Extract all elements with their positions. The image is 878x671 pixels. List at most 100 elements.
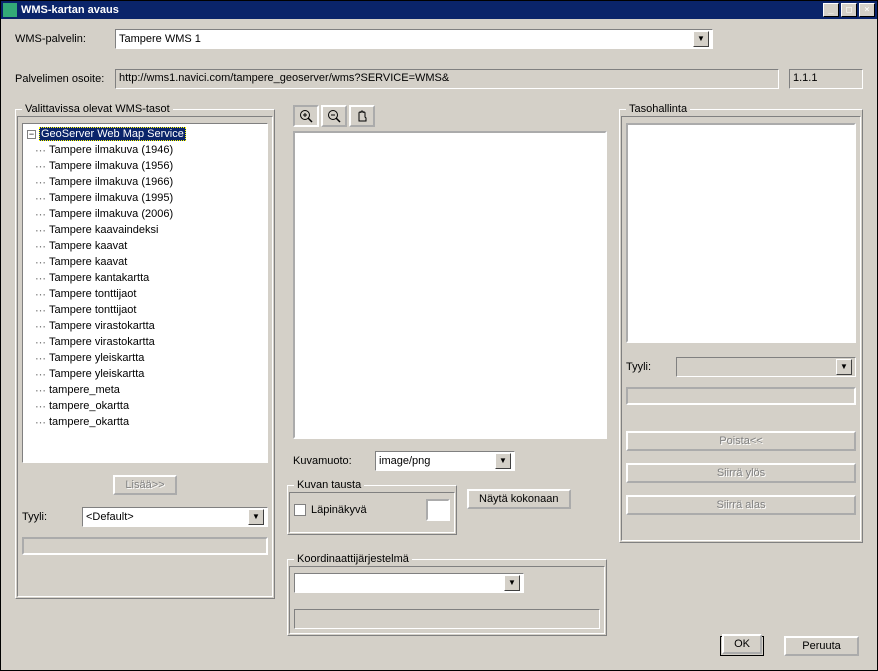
progress-right <box>626 387 856 405</box>
cancel-button[interactable]: Peruuta <box>784 636 859 656</box>
tree-item-label: tampere_okartta <box>49 416 129 428</box>
transparent-label: Läpinäkyvä <box>311 504 367 516</box>
tree-item[interactable]: ⋯ tampere_okartta <box>25 398 265 414</box>
layer-mgmt-groupbox: Tasohallinta Tyyli: ▼ Poista<< Siirrä yl… <box>619 103 863 543</box>
tree-branch-icon: ⋯ <box>35 144 45 157</box>
tree-item-label: Tampere virastokartta <box>49 336 155 348</box>
chevron-down-icon[interactable]: ▼ <box>495 453 511 469</box>
tree-item-label: Tampere kaavaindeksi <box>49 224 158 236</box>
crs-display <box>294 609 600 629</box>
layers-group-title: Valittavissa olevat WMS-tasot <box>22 103 173 115</box>
tree-item[interactable]: ⋯Tampere ilmakuva (1956) <box>25 158 265 174</box>
move-up-button[interactable]: Siirrä ylös <box>626 463 856 483</box>
add-button[interactable]: Lisää>> <box>113 475 176 495</box>
chevron-down-icon[interactable]: ▼ <box>836 359 852 375</box>
tree-root-label[interactable]: GeoServer Web Map Service <box>39 127 186 141</box>
tree-item-label: Tampere kaavat <box>49 240 127 252</box>
tree-item-label: Tampere yleiskartta <box>49 368 144 380</box>
format-label: Kuvamuoto: <box>293 455 375 467</box>
zoom-in-button[interactable] <box>293 105 319 127</box>
bg-color-swatch[interactable] <box>426 499 450 521</box>
crs-combo[interactable]: ▼ <box>294 573 524 593</box>
tree-branch-icon: ⋯ <box>35 416 45 429</box>
style-value-left: <Default> <box>86 511 248 523</box>
background-groupbox: Kuvan tausta Läpinäkyvä <box>287 479 457 535</box>
layer-tree[interactable]: − GeoServer Web Map Service ⋯Tampere ilm… <box>22 123 268 463</box>
tree-branch-icon: ⋯ <box>35 288 45 301</box>
format-combo[interactable]: image/png ▼ <box>375 451 515 471</box>
tree-item-label: Tampere tonttijaot <box>49 288 136 300</box>
selected-layers-list[interactable] <box>626 123 856 343</box>
app-icon <box>3 3 17 17</box>
show-whole-button[interactable]: Näytä kokonaan <box>467 489 571 509</box>
zoom-in-icon <box>299 109 313 123</box>
tree-branch-icon: ⋯ <box>35 320 45 333</box>
chevron-down-icon[interactable]: ▼ <box>504 575 520 591</box>
tree-item[interactable]: ⋯Tampere ilmakuva (1946) <box>25 142 265 158</box>
tree-item[interactable]: ⋯Tampere yleiskartta <box>25 350 265 366</box>
tree-item-label: Tampere ilmakuva (1995) <box>49 192 173 204</box>
tree-branch-icon: ⋯ <box>35 224 45 237</box>
style-label-right: Tyyli: <box>626 361 676 373</box>
tree-branch-icon: ⋯ <box>35 272 45 285</box>
server-label: WMS-palvelin: <box>15 33 115 45</box>
tree-item-label: Tampere kantakartta <box>49 272 149 284</box>
preview-area[interactable] <box>293 131 607 439</box>
crs-group-title: Koordinaattijärjestelmä <box>294 553 412 565</box>
tree-item[interactable]: ⋯ Tampere ilmakuva (1995) <box>25 190 265 206</box>
background-group-title: Kuvan tausta <box>294 479 364 491</box>
remove-button[interactable]: Poista<< <box>626 431 856 451</box>
pan-button[interactable] <box>349 105 375 127</box>
transparent-checkbox[interactable]: Läpinäkyvä <box>294 504 367 516</box>
tree-branch-icon: ⋯ <box>35 192 45 205</box>
tree-branch-icon: ⋯ <box>35 368 45 381</box>
address-field: http://wms1.navici.com/tampere_geoserver… <box>115 69 779 89</box>
tree-item[interactable]: ⋯Tampere tonttijaot <box>25 302 265 318</box>
tree-item-label: tampere_okartta <box>49 400 129 412</box>
ok-button[interactable]: OK <box>722 634 762 654</box>
checkbox-icon[interactable] <box>294 504 306 516</box>
tree-branch-icon: ⋯ <box>35 176 45 189</box>
close-button[interactable]: × <box>859 3 875 17</box>
tree-item[interactable]: ⋯ Tampere virastokartta <box>25 334 265 350</box>
tree-item[interactable]: ⋯Tampere ilmakuva (2006) <box>25 206 265 222</box>
tree-item[interactable]: ⋯tampere_meta <box>25 382 265 398</box>
server-combo[interactable]: Tampere WMS 1 ▼ <box>115 29 713 49</box>
collapse-icon[interactable]: − <box>27 130 36 139</box>
style-combo-left[interactable]: <Default> ▼ <box>82 507 268 527</box>
tree-item-label: Tampere ilmakuva (1966) <box>49 176 173 188</box>
chevron-down-icon[interactable]: ▼ <box>248 509 264 525</box>
tree-item[interactable]: ⋯ Tampere ilmakuva (1966) <box>25 174 265 190</box>
tree-item[interactable]: ⋯ Tampere kaavaindeksi <box>25 222 265 238</box>
format-value: image/png <box>379 455 495 467</box>
tree-branch-icon: ⋯ <box>35 352 45 365</box>
layers-groupbox: Valittavissa olevat WMS-tasot − GeoServe… <box>15 103 275 599</box>
tree-item[interactable]: ⋯Tampere kaavat <box>25 254 265 270</box>
chevron-down-icon[interactable]: ▼ <box>693 31 709 47</box>
tree-item[interactable]: ⋯Tampere kaavat <box>25 238 265 254</box>
move-down-button[interactable]: Siirrä alas <box>626 495 856 515</box>
layer-mgmt-title: Tasohallinta <box>626 103 690 115</box>
minimize-button[interactable]: _ <box>823 3 839 17</box>
maximize-button[interactable]: □ <box>841 3 857 17</box>
tree-item-label: tampere_meta <box>49 384 120 396</box>
tree-root[interactable]: − GeoServer Web Map Service <box>25 126 265 142</box>
style-label-left: Tyyli: <box>22 511 82 523</box>
tree-item[interactable]: ⋯ Tampere yleiskartta <box>25 366 265 382</box>
tree-item[interactable]: ⋯ Tampere kantakartta <box>25 270 265 286</box>
tree-branch-icon: ⋯ <box>35 208 45 221</box>
titlebar: WMS-kartan avaus _ □ × <box>1 1 877 19</box>
window-title: WMS-kartan avaus <box>21 4 821 16</box>
tree-branch-icon: ⋯ <box>35 400 45 413</box>
tree-item[interactable]: ⋯ tampere_okartta <box>25 414 265 430</box>
tree-item-label: Tampere kaavat <box>49 256 127 268</box>
version-field: 1.1.1 <box>789 69 863 89</box>
tree-item-label: Tampere tonttijaot <box>49 304 136 316</box>
zoom-out-button[interactable] <box>321 105 347 127</box>
tree-item-label: Tampere virastokartta <box>49 320 155 332</box>
tree-item[interactable]: ⋯ Tampere tonttijaot <box>25 286 265 302</box>
server-value: Tampere WMS 1 <box>119 33 693 45</box>
tree-branch-icon: ⋯ <box>35 336 45 349</box>
tree-item[interactable]: ⋯ Tampere virastokartta <box>25 318 265 334</box>
style-combo-right[interactable]: ▼ <box>676 357 856 377</box>
